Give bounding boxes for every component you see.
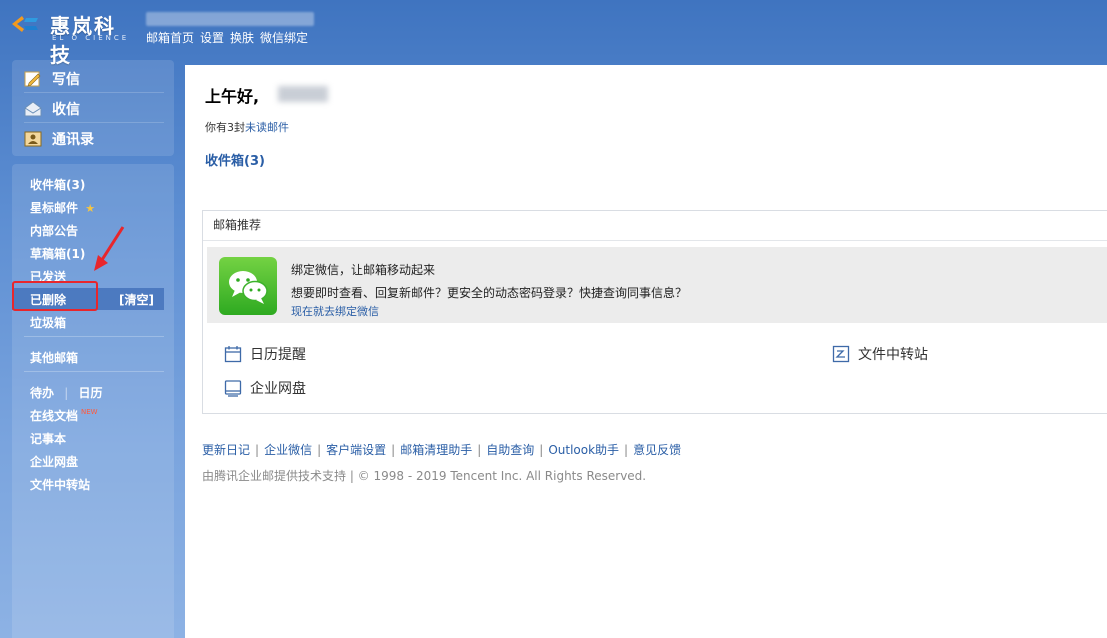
wechat-icon[interactable] xyxy=(219,257,277,315)
contacts-icon xyxy=(24,131,42,147)
nav-mail-home[interactable]: 邮箱首页 xyxy=(146,29,194,46)
pencil-icon xyxy=(24,71,41,86)
folder-internal-notice[interactable]: 内部公告 xyxy=(30,222,78,239)
footer-link-changelog[interactable]: 更新日记 xyxy=(202,443,250,457)
divider xyxy=(24,336,164,337)
brand-logo[interactable]: 惠岚科技 EL O CIENCE xyxy=(10,10,135,67)
footer-link-outlook-assistant[interactable]: Outlook助手 xyxy=(548,443,619,457)
recommend-header: 邮箱推荐 xyxy=(203,211,1107,241)
folder-spam[interactable]: 垃圾箱 xyxy=(30,314,66,331)
footer-links: 更新日记 | 企业微信 | 客户端设置 | 邮箱清理助手 | 自助查询 | Outlook助手 | 意见… xyxy=(202,443,682,457)
disk-icon xyxy=(224,380,242,397)
file-transfer-tool-link[interactable]: 文件中转站 xyxy=(832,344,928,364)
top-nav: 邮箱首页 设置 换肤 微信绑定 xyxy=(146,29,308,46)
compose-panel: 写信 收信 通讯录 xyxy=(12,60,174,156)
wechat-promo: 绑定微信，让邮箱移动起来 想要即时查看、回复新邮件？更安全的动态密码登录？快捷查… xyxy=(207,247,1107,323)
nav-wechat-bind[interactable]: 微信绑定 xyxy=(260,29,308,46)
todo-link[interactable]: 待办 xyxy=(30,386,54,400)
greeting: 上午好, xyxy=(205,87,260,106)
footer-link-feedback[interactable]: 意见反馈 xyxy=(633,443,681,457)
user-name-redacted xyxy=(278,86,328,102)
star-icon: ★ xyxy=(85,202,96,215)
account-name-redacted xyxy=(146,12,314,26)
receive-button[interactable]: 收信 xyxy=(24,95,164,123)
enterprise-disk-link[interactable]: 企业网盘 xyxy=(30,453,78,470)
footer-link-wework[interactable]: 企业微信 xyxy=(264,443,312,457)
wechat-promo-title: 绑定微信，让邮箱移动起来 xyxy=(291,263,436,277)
annotation-highlight-box xyxy=(12,281,98,311)
divider xyxy=(24,371,164,372)
recommend-panel: 邮箱推荐 绑定微信，让邮箱移动起来 想要即时查看、回复新邮件？更安全的动态密码登… xyxy=(202,210,1107,414)
folder-starred[interactable]: 星标邮件 ★ xyxy=(30,199,95,216)
enterprise-disk-tool-link[interactable]: 企业网盘 xyxy=(224,378,306,398)
main-panel: 上午好, 你有3封未读邮件 收件箱(3) 邮箱推荐 绑定微信，让邮箱移动起来 想 xyxy=(185,65,1107,638)
sidebar: 写信 收信 通讯录 收件箱(3) 星标邮件 ★ 内部公告 草稿箱(1) 已发送 xyxy=(12,60,174,638)
todo-calendar-row: 待办 | 日历 xyxy=(30,386,103,400)
unread-mail-link[interactable]: 未读邮件 xyxy=(245,121,289,134)
notes-link[interactable]: 记事本 xyxy=(30,430,66,447)
calendar-reminder-link[interactable]: 日历提醒 xyxy=(224,344,306,364)
inbox-link[interactable]: 收件箱(3) xyxy=(205,150,265,169)
clear-deleted-button[interactable]: [清空] xyxy=(119,291,154,308)
nav-settings[interactable]: 设置 xyxy=(200,29,224,46)
wechat-promo-desc: 想要即时查看、回复新邮件？更安全的动态密码登录？快捷查询同事信息？ xyxy=(291,286,688,300)
file-transfer-icon xyxy=(832,345,850,363)
calendar-link[interactable]: 日历 xyxy=(78,386,102,400)
calendar-icon xyxy=(224,346,242,363)
new-badge: NEW xyxy=(81,408,98,416)
folder-inbox[interactable]: 收件箱(3) xyxy=(30,176,85,193)
annotation-arrow-icon xyxy=(94,226,125,271)
footer-link-client-settings[interactable]: 客户端设置 xyxy=(326,443,386,457)
unread-summary: 你有3封未读邮件 xyxy=(205,121,289,134)
logo-mark-icon xyxy=(12,16,38,32)
compose-button[interactable]: 写信 xyxy=(24,65,164,93)
online-docs-link[interactable]: 在线文档 NEW xyxy=(30,407,98,424)
contacts-button[interactable]: 通讯录 xyxy=(24,125,164,153)
file-transfer-link[interactable]: 文件中转站 xyxy=(30,476,90,493)
copyright-text: 由腾讯企业邮提供技术支持 | © 1998 - 2019 Tencent Inc… xyxy=(202,469,647,483)
footer-link-cleanup-assistant[interactable]: 邮箱清理助手 xyxy=(400,443,472,457)
folder-other-mailboxes[interactable]: 其他邮箱 xyxy=(30,349,78,366)
folder-drafts[interactable]: 草稿箱(1) xyxy=(30,245,85,262)
envelope-open-icon xyxy=(24,100,42,116)
bind-wechat-link[interactable]: 现在就去绑定微信 xyxy=(291,303,379,319)
wechat-bubbles-icon xyxy=(229,271,268,304)
nav-skin[interactable]: 换肤 xyxy=(230,29,254,46)
brand-tagline: EL O CIENCE xyxy=(52,34,130,42)
footer-link-self-query[interactable]: 自助查询 xyxy=(486,443,534,457)
top-header: 惠岚科技 EL O CIENCE 邮箱首页 设置 换肤 微信绑定 xyxy=(0,0,1107,67)
